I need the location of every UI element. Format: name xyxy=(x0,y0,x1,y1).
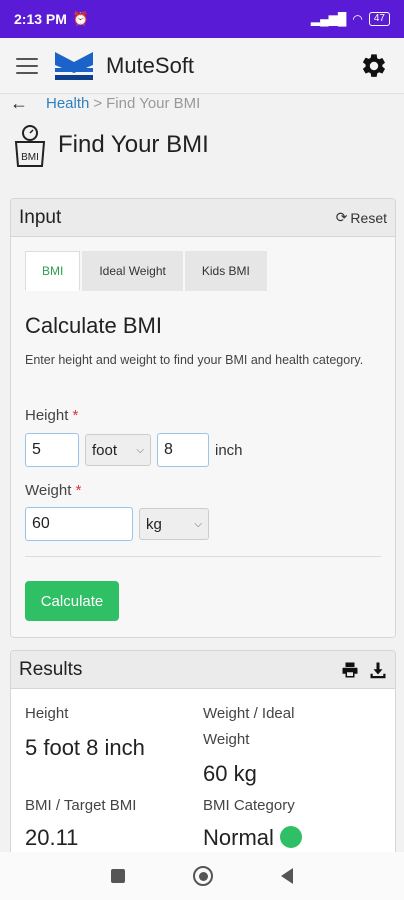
alarm-icon: ⏰ xyxy=(72,11,90,26)
result-category-label: BMI Category xyxy=(203,797,295,814)
system-nav-bar xyxy=(0,852,404,900)
chevron-down-icon: ⌵ xyxy=(136,444,144,456)
signal-icon: ▂▄▆█ xyxy=(310,12,347,26)
input-card: Input ⟳ Reset BMI Ideal Weight Kids BMI … xyxy=(10,198,396,638)
category-status-dot xyxy=(279,826,302,848)
calculate-button[interactable]: Calculate xyxy=(25,581,119,621)
back-icon[interactable] xyxy=(281,868,293,884)
app-bar: MuteSoft xyxy=(0,38,404,94)
reset-button[interactable]: ⟳ Reset xyxy=(336,209,387,226)
height-inch-input[interactable]: 8 xyxy=(157,433,209,467)
weight-label: Weight xyxy=(25,482,72,499)
reset-label: Reset xyxy=(350,209,387,226)
tab-bmi[interactable]: BMI xyxy=(25,251,81,291)
wifi-icon: ◠ xyxy=(352,12,363,26)
page-title: Find Your BMI xyxy=(58,131,209,158)
result-bmi-value: 20.11 xyxy=(25,825,79,850)
print-icon[interactable] xyxy=(341,661,359,679)
height-unit-value: foot xyxy=(92,441,118,459)
tab-kids-bmi[interactable]: Kids BMI xyxy=(184,251,267,291)
weight-unit-value: kg xyxy=(146,515,162,533)
download-icon[interactable] xyxy=(369,661,387,679)
home-icon[interactable] xyxy=(193,866,213,886)
breadcrumb-current: Find Your BMI xyxy=(106,94,201,112)
breadcrumb-separator: > xyxy=(93,94,103,112)
result-weight-label-line1: Weight / Ideal xyxy=(203,705,295,722)
app-brand: MuteSoft xyxy=(106,52,195,78)
results-card-title: Results xyxy=(19,658,83,680)
results-card: Results Height 5 foot 8 inch Weight / Id… xyxy=(10,650,396,870)
result-weight-value: 60 kg xyxy=(203,761,257,786)
result-category-row: Normal xyxy=(203,825,302,851)
result-height-value: 5 foot 8 inch xyxy=(25,735,145,760)
back-arrow-icon[interactable]: ← xyxy=(10,93,28,114)
input-card-header: Input ⟳ Reset xyxy=(11,199,395,237)
height-label-row: Height * xyxy=(25,407,78,424)
weight-input[interactable]: 60 xyxy=(25,507,133,541)
refresh-icon: ⟳ xyxy=(335,209,348,225)
breadcrumb-health-link[interactable]: Health xyxy=(46,95,89,112)
height-feet-input[interactable]: 5 xyxy=(25,433,79,467)
status-time: 2:13 PM xyxy=(14,11,67,27)
settings-gear-icon[interactable] xyxy=(360,52,388,80)
calculate-bmi-heading: Calculate BMI xyxy=(25,313,162,338)
battery-icon: 47 xyxy=(368,12,390,26)
status-icons: ▂▄▆█ ◠ 47 xyxy=(311,12,390,26)
weight-unit-select[interactable]: kg ⌵ xyxy=(139,508,209,540)
inch-unit-label: inch xyxy=(215,442,243,459)
svg-text:BMI: BMI xyxy=(21,152,39,163)
result-height-label: Height xyxy=(25,705,69,722)
result-category-value: Normal xyxy=(203,825,274,850)
input-card-body: BMI Ideal Weight Kids BMI Calculate BMI … xyxy=(11,237,395,637)
mutesoft-logo xyxy=(55,51,93,80)
result-bmi-label: BMI / Target BMI xyxy=(25,797,137,814)
breadcrumb: ← Health > Find Your BMI xyxy=(10,92,200,114)
page-title-row: BMI Find Your BMI xyxy=(12,122,209,168)
calculator-tabs: BMI Ideal Weight Kids BMI xyxy=(25,251,269,291)
form-divider xyxy=(25,556,381,557)
weight-required-mark: * xyxy=(75,482,82,499)
weight-label-row: Weight * xyxy=(25,482,81,499)
status-bar: 2:13 PM ⏰ ▂▄▆█ ◠ 47 xyxy=(0,0,404,38)
height-unit-select[interactable]: foot ⌵ xyxy=(85,434,151,466)
chevron-down-icon: ⌵ xyxy=(194,518,202,530)
height-label: Height xyxy=(25,407,69,424)
height-required-mark: * xyxy=(72,407,79,424)
results-actions xyxy=(341,661,387,679)
input-card-title: Input xyxy=(19,206,62,228)
calculator-description: Enter height and weight to find your BMI… xyxy=(25,353,364,367)
results-card-header: Results xyxy=(11,651,395,689)
results-body: Height 5 foot 8 inch Weight / Ideal Weig… xyxy=(11,689,395,869)
tab-ideal-weight[interactable]: Ideal Weight xyxy=(82,251,183,291)
result-weight-label-line2: Weight xyxy=(203,731,250,748)
recent-apps-icon[interactable] xyxy=(111,869,125,883)
menu-icon[interactable] xyxy=(16,57,38,74)
bmi-scale-icon: BMI xyxy=(14,125,46,167)
